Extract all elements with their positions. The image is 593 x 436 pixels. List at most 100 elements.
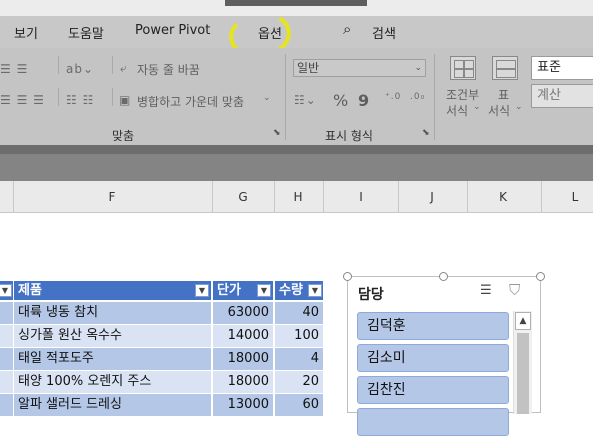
group-number-label: 표시 형식 bbox=[325, 129, 373, 143]
cell-style-normal[interactable]: 표준 bbox=[531, 56, 593, 80]
group-divider bbox=[285, 54, 286, 140]
scrollbar-thumb[interactable] bbox=[517, 333, 529, 414]
chevron-down-icon: ⌄ bbox=[414, 63, 422, 73]
tab-power-pivot[interactable]: Power Pivot bbox=[135, 23, 210, 38]
resize-handle[interactable] bbox=[439, 272, 448, 281]
table-cell-quantity[interactable]: 40 bbox=[275, 302, 323, 324]
filter-dropdown-icon[interactable]: ▼ bbox=[308, 284, 322, 297]
chevron-down-icon[interactable]: ⌄ bbox=[515, 102, 524, 112]
percent-style-button[interactable]: % bbox=[333, 91, 348, 110]
resize-handle[interactable] bbox=[343, 272, 352, 281]
table-cell[interactable] bbox=[0, 325, 13, 347]
clear-filter-icon[interactable]: ⛉ bbox=[509, 281, 520, 299]
table-cell-price[interactable]: 14000 bbox=[213, 325, 273, 347]
multi-select-icon[interactable]: ☰ bbox=[480, 283, 492, 298]
column-divider[interactable] bbox=[398, 181, 399, 213]
table-cell-price[interactable]: 63000 bbox=[213, 302, 273, 324]
text-orientation-icon[interactable]: ab⌄ bbox=[66, 62, 94, 76]
table-cell-product[interactable]: 태양 100% 오렌지 주스 bbox=[14, 371, 211, 393]
slicer-item[interactable]: 김찬진 bbox=[357, 376, 509, 404]
column-header-j[interactable]: J bbox=[424, 190, 440, 204]
divider bbox=[112, 56, 113, 74]
column-header-k[interactable]: K bbox=[495, 190, 511, 204]
table-cell-quantity[interactable]: 4 bbox=[275, 348, 323, 370]
search-icon[interactable]: ⌕ bbox=[343, 20, 351, 38]
conditional-format-label-2[interactable]: 서식 bbox=[446, 102, 468, 119]
header-quantity-label: 수량 bbox=[279, 283, 303, 298]
format-as-table-label-2[interactable]: 서식 bbox=[488, 102, 510, 119]
filter-dropdown-icon[interactable]: ▼ bbox=[195, 284, 209, 297]
column-header-f[interactable]: F bbox=[104, 190, 120, 204]
resize-handle[interactable] bbox=[536, 272, 545, 281]
table-cell-product[interactable]: 대륙 냉동 참치 bbox=[14, 302, 211, 324]
slicer-item[interactable]: 김덕훈 bbox=[357, 312, 509, 340]
header-product-label: 제품 bbox=[18, 283, 42, 298]
column-header-i[interactable]: I bbox=[353, 190, 369, 204]
align-left-icon[interactable]: ☰ ☰ bbox=[0, 62, 28, 76]
table-cell-price[interactable]: 18000 bbox=[213, 348, 273, 370]
table-cell-quantity[interactable]: 20 bbox=[275, 371, 323, 393]
number-format-value: 일반 bbox=[297, 61, 320, 75]
scroll-up-icon[interactable]: ▲ bbox=[515, 312, 531, 330]
dialog-launcher-icon[interactable]: ⬊ bbox=[273, 128, 281, 138]
table-cell[interactable] bbox=[0, 348, 13, 370]
chevron-down-icon[interactable]: ⌄ bbox=[473, 102, 482, 112]
wrap-text-button[interactable]: 자동 줄 바꿈 bbox=[137, 61, 200, 78]
table-cell[interactable] bbox=[0, 371, 13, 393]
formula-bar-area bbox=[0, 154, 593, 181]
accounting-format-icon[interactable]: ☷⌄ bbox=[294, 93, 317, 107]
cell-style-calculation[interactable]: 계산 bbox=[531, 84, 593, 108]
table-header-cell: ▼ bbox=[0, 281, 13, 300]
column-divider[interactable] bbox=[323, 181, 324, 213]
column-divider[interactable] bbox=[13, 181, 14, 213]
increase-decimal-icon[interactable]: ⁺.0 bbox=[385, 92, 401, 102]
table-cell-product[interactable]: 싱가폴 원산 옥수수 bbox=[14, 325, 211, 347]
table-cell-price[interactable]: 18000 bbox=[213, 371, 273, 393]
conditional-format-label-1[interactable]: 조건부 bbox=[446, 86, 479, 103]
chevron-down-icon[interactable]: ⌄ bbox=[263, 93, 272, 103]
divider bbox=[112, 88, 113, 106]
table-cell[interactable] bbox=[0, 302, 13, 324]
format-as-table-icon[interactable] bbox=[492, 56, 518, 80]
column-header-h[interactable]: H bbox=[290, 190, 306, 204]
table-header-product: 제품 ▼ bbox=[14, 281, 211, 300]
slicer-item[interactable]: 김소미 bbox=[357, 344, 509, 372]
format-as-table-label-1[interactable]: 표 bbox=[498, 86, 509, 103]
decrease-decimal-icon[interactable]: .0₀ bbox=[410, 92, 425, 102]
wrap-text-icon[interactable]: ⤶ bbox=[120, 61, 128, 76]
table-cell-quantity[interactable]: 100 bbox=[275, 325, 323, 347]
merge-center-icon[interactable]: ▣ bbox=[119, 93, 131, 107]
ribbon-bottom-band bbox=[0, 145, 593, 154]
number-format-select[interactable]: 일반 ⌄ bbox=[293, 59, 426, 77]
ribbon-tab-bar: 보기 도움말 Power Pivot 옵션 ⌕ 검색 bbox=[0, 16, 593, 48]
tab-view[interactable]: 보기 bbox=[14, 23, 38, 42]
conditional-format-icon[interactable] bbox=[450, 56, 476, 80]
ribbon: ☰ ☰ ab⌄ ☰ ☰ ☰ ☷ ☷ ⤶ 자동 줄 바꿈 ▣ 병합하고 가운데 맞… bbox=[0, 48, 593, 145]
merge-center-button[interactable]: 병합하고 가운데 맞춤 bbox=[137, 93, 244, 110]
column-divider[interactable] bbox=[274, 181, 275, 213]
align-center-icon[interactable]: ☰ ☰ ☰ bbox=[0, 93, 45, 107]
filter-dropdown-icon[interactable]: ▼ bbox=[257, 284, 271, 297]
indent-icon[interactable]: ☷ ☷ bbox=[66, 93, 94, 107]
tab-help[interactable]: 도움말 bbox=[68, 23, 104, 42]
column-divider[interactable] bbox=[467, 181, 468, 213]
group-alignment-label: 맞춤 bbox=[112, 129, 135, 143]
column-divider[interactable] bbox=[212, 181, 213, 213]
header-price-label: 단가 bbox=[217, 283, 241, 298]
column-header-l[interactable]: L bbox=[567, 190, 583, 204]
column-header-g[interactable]: G bbox=[235, 190, 251, 204]
table-header-quantity: 수량 ▼ bbox=[275, 281, 323, 300]
slicer-scrollbar[interactable]: ▲ bbox=[513, 311, 532, 414]
comma-style-button[interactable]: 9 bbox=[358, 91, 369, 110]
slicer-title: 담당 bbox=[358, 287, 384, 303]
column-divider[interactable] bbox=[541, 181, 542, 213]
slicer-item[interactable] bbox=[357, 408, 509, 436]
title-bar-strip bbox=[225, 0, 367, 6]
table-cell-product[interactable]: 태일 적포도주 bbox=[14, 348, 211, 370]
dialog-launcher-icon[interactable]: ⬊ bbox=[422, 128, 430, 138]
slicer-owner[interactable]: 담당 ☰ ⛉ 김덕훈 김소미 김찬진 ▲ bbox=[347, 276, 541, 436]
title-bar bbox=[0, 0, 593, 16]
group-divider bbox=[434, 54, 435, 140]
search-label[interactable]: 검색 bbox=[372, 23, 396, 42]
filter-dropdown-icon[interactable]: ▼ bbox=[0, 284, 12, 297]
